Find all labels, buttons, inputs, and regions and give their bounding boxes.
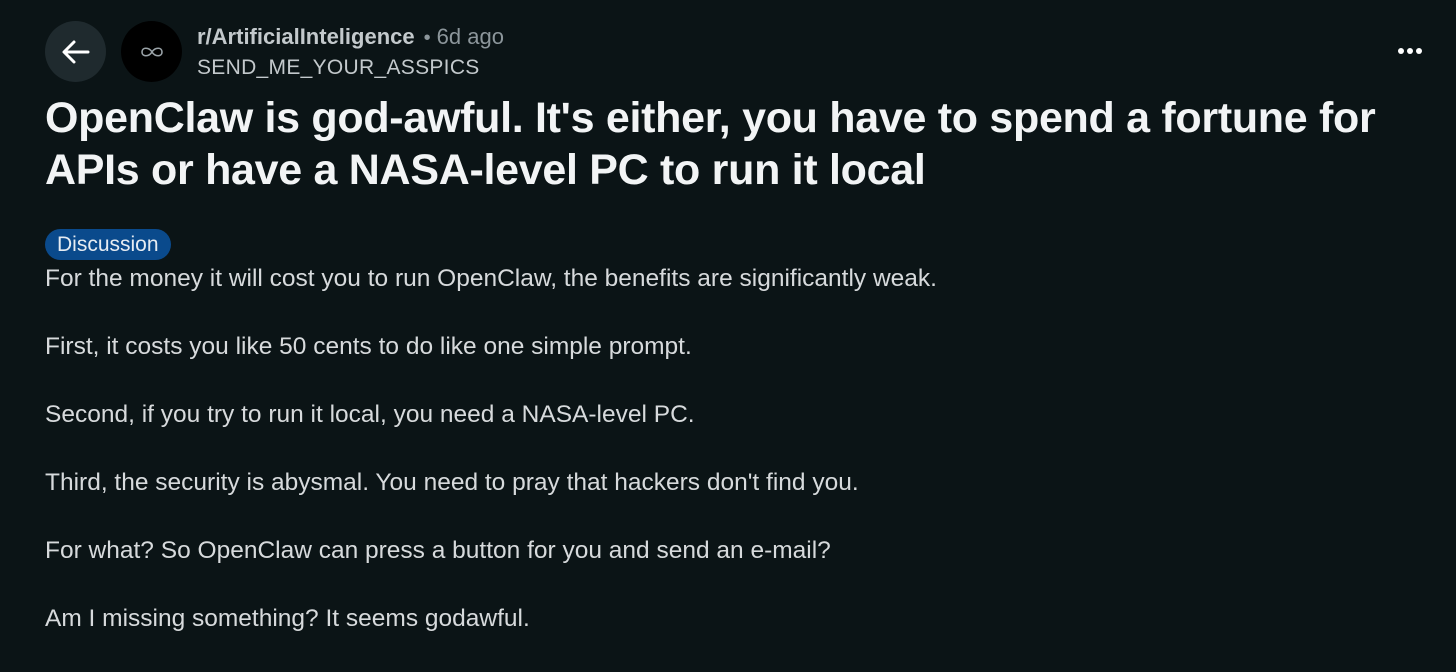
meta-separator: • bbox=[423, 27, 431, 49]
body-paragraph: For what? So OpenClaw can press a button… bbox=[45, 537, 831, 564]
post-body: For the money it will cost you to run Op… bbox=[45, 264, 1435, 672]
post-author[interactable]: SEND_ME_YOUR_ASSPICS bbox=[197, 53, 504, 83]
body-paragraph: Am I missing something? It seems godawfu… bbox=[45, 605, 530, 632]
subreddit-name[interactable]: r/ArtificialInteligence bbox=[197, 22, 415, 52]
body-paragraph: First, it costs you like 50 cents to do … bbox=[45, 333, 692, 360]
infinity-icon bbox=[140, 46, 163, 57]
post-meta: r/ArtificialInteligence • 6d ago SEND_ME… bbox=[197, 22, 504, 83]
post-meta-row: r/ArtificialInteligence • 6d ago bbox=[197, 22, 504, 53]
more-options-button[interactable] bbox=[1390, 38, 1430, 64]
more-horizontal-icon bbox=[1398, 48, 1422, 54]
post-title: OpenClaw is god-awful. It's either, you … bbox=[45, 94, 1376, 194]
post-time: 6d ago bbox=[436, 24, 504, 49]
body-paragraph: For the money it will cost you to run Op… bbox=[45, 265, 937, 292]
arrow-left-icon bbox=[62, 40, 89, 63]
body-paragraph: Third, the security is abysmal. You need… bbox=[45, 469, 859, 496]
post-flair[interactable]: Discussion bbox=[45, 229, 171, 260]
subreddit-avatar[interactable] bbox=[121, 21, 182, 82]
body-paragraph: Second, if you try to run it local, you … bbox=[45, 401, 695, 428]
back-button[interactable] bbox=[45, 21, 106, 82]
